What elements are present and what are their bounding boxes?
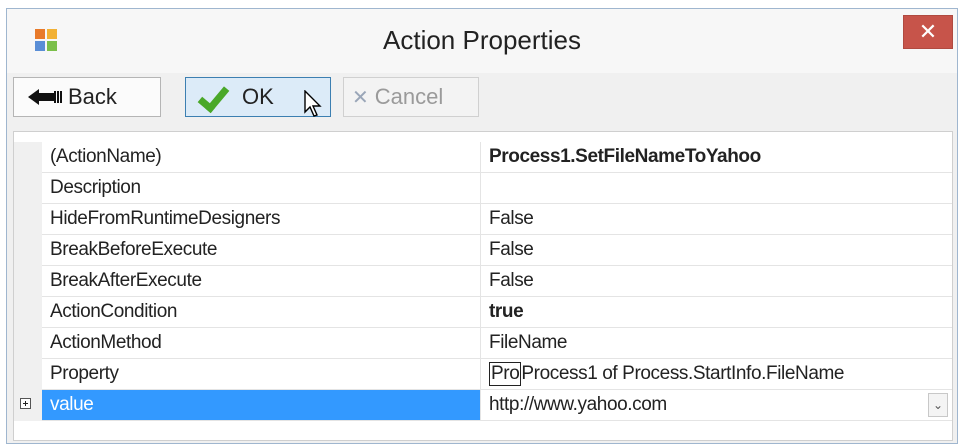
property-value-input[interactable]: http://www.yahoo.com <box>481 390 952 421</box>
property-row-actioncondition[interactable]: ActionCondition true <box>14 297 952 328</box>
ok-button-label: OK <box>242 84 274 109</box>
property-name[interactable]: Description <box>42 173 481 204</box>
property-value[interactable]: Process1.SetFileNameToYahoo <box>481 142 952 173</box>
property-value[interactable] <box>481 173 952 204</box>
property-name[interactable]: (ActionName) <box>42 142 481 173</box>
property-row-value[interactable]: value http://www.yahoo.com ⌄ <box>14 390 952 421</box>
row-gutter <box>14 297 42 328</box>
property-row-description[interactable]: Description <box>14 173 952 204</box>
property-value[interactable]: FileName <box>481 328 952 359</box>
toolbar: Back OK ✕ Cancel <box>13 75 953 119</box>
row-gutter <box>14 390 42 421</box>
row-gutter <box>14 173 42 204</box>
title-bar[interactable]: Action Properties ✕ <box>7 9 957 73</box>
dialog-title: Action Properties <box>383 25 581 55</box>
background-strip <box>0 0 964 8</box>
property-value-text: Process1 of Process.StartInfo.FileName <box>521 363 845 384</box>
property-name[interactable]: BreakBeforeExecute <box>42 235 481 266</box>
back-button[interactable]: Back <box>13 77 161 117</box>
property-name[interactable]: BreakAfterExecute <box>42 266 481 297</box>
property-value[interactable]: False <box>481 235 952 266</box>
row-gutter <box>14 235 42 266</box>
expand-icon[interactable] <box>20 398 31 409</box>
mouse-pointer-icon <box>304 90 322 117</box>
row-gutter <box>14 142 42 173</box>
property-name[interactable]: ActionMethod <box>42 328 481 359</box>
property-name[interactable]: Property <box>42 359 481 390</box>
action-properties-dialog: Action Properties ✕ Back OK ✕ Cancel (Ac… <box>6 8 958 444</box>
row-gutter <box>14 359 42 390</box>
row-gutter <box>14 328 42 359</box>
property-name[interactable]: HideFromRuntimeDesigners <box>42 204 481 235</box>
cancel-button-label: Cancel <box>374 84 444 109</box>
property-row-hidefromruntimedesigners[interactable]: HideFromRuntimeDesigners False <box>14 204 952 235</box>
property-value[interactable]: False <box>481 204 952 235</box>
close-button[interactable]: ✕ <box>903 15 953 49</box>
cancel-x-icon: ✕ <box>352 86 369 109</box>
property-name[interactable]: ActionCondition <box>42 297 481 328</box>
property-value[interactable]: Pro Process1 of Process.StartInfo.FileNam… <box>481 359 952 390</box>
back-arrow-icon <box>28 86 62 108</box>
property-row-property[interactable]: Property Pro Process1 of Process.StartInf… <box>14 359 952 390</box>
row-gutter <box>14 266 42 297</box>
property-value[interactable]: true <box>481 297 952 328</box>
checkmark-icon <box>197 79 230 114</box>
property-grid: (ActionName) Process1.SetFileNameToYahoo… <box>13 131 953 441</box>
property-value-box[interactable]: Pro <box>489 362 522 386</box>
cancel-button[interactable]: ✕ Cancel <box>343 77 479 117</box>
property-row-breakbeforeexecute[interactable]: BreakBeforeExecute False <box>14 235 952 266</box>
ok-button[interactable]: OK <box>185 77 331 117</box>
property-row-actionname[interactable]: (ActionName) Process1.SetFileNameToYahoo <box>14 142 952 173</box>
dropdown-arrow-icon[interactable]: ⌄ <box>928 393 948 417</box>
property-name[interactable]: value <box>42 390 481 421</box>
property-row-breakafterexecute[interactable]: BreakAfterExecute False <box>14 266 952 297</box>
back-button-label: Back <box>68 84 117 109</box>
property-row-actionmethod[interactable]: ActionMethod FileName <box>14 328 952 359</box>
row-gutter <box>14 204 42 235</box>
property-value[interactable]: False <box>481 266 952 297</box>
